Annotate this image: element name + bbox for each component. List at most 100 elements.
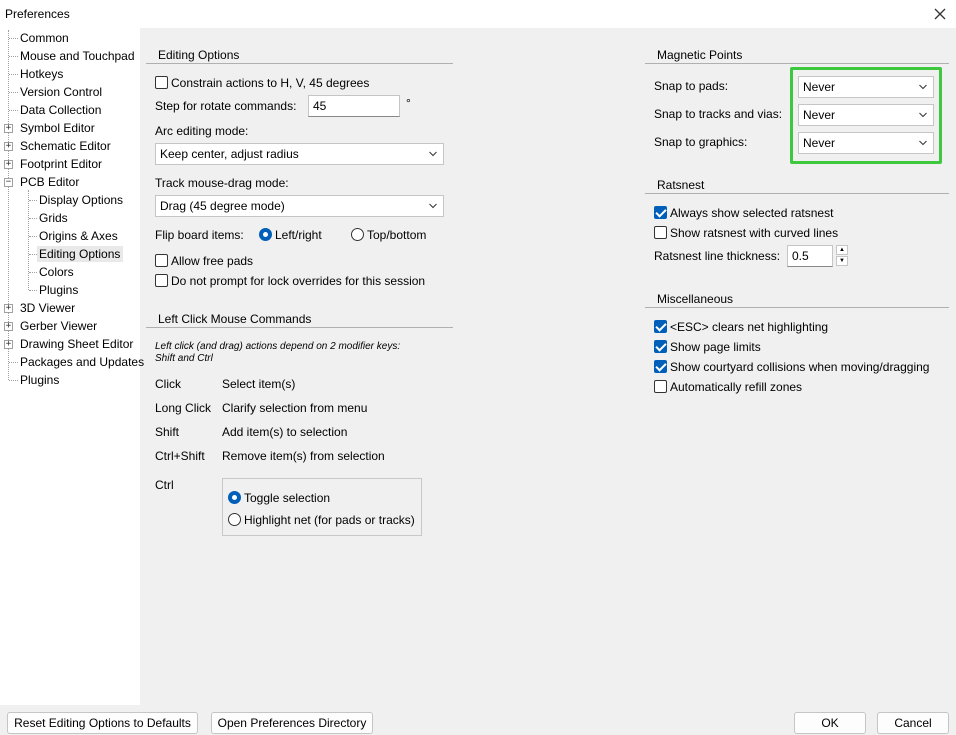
degree-unit-label: ° <box>406 96 411 110</box>
flip-board-label: Flip board items: <box>155 228 244 242</box>
snap-pads-label: Snap to pads: <box>654 79 729 93</box>
command-action: Remove item(s) from selection <box>222 449 385 463</box>
tree-item-editing-options[interactable]: Editing Options <box>37 246 123 262</box>
tree-item-version-control[interactable]: Version Control <box>18 84 104 100</box>
highlight-net-radio[interactable] <box>228 513 241 526</box>
miscellaneous-title: Miscellaneous <box>657 292 734 306</box>
ctrl-key-label: Ctrl <box>155 478 174 492</box>
ratsnest-title: Ratsnest <box>657 178 705 192</box>
curved-ratsnest-label: Show ratsnest with curved lines <box>670 226 839 240</box>
ok-button[interactable]: OK <box>794 712 866 734</box>
constrain-label: Constrain actions to H, V, 45 degrees <box>171 76 370 90</box>
tree-item-symbol-editor[interactable]: Symbol Editor <box>18 120 97 136</box>
command-key: Shift <box>155 425 180 439</box>
refill-zones-label: Automatically refill zones <box>670 380 803 394</box>
tree-item-mouse-touchpad[interactable]: Mouse and Touchpad <box>18 48 137 64</box>
editing-options-title: Editing Options <box>158 48 240 62</box>
esc-clears-label: <ESC> clears net highlighting <box>670 320 829 334</box>
always-show-ratsnest-checkbox[interactable] <box>654 206 667 219</box>
cancel-button[interactable]: Cancel <box>877 712 949 734</box>
thickness-spinner[interactable]: ▲ ▼ <box>836 245 850 267</box>
chevron-down-icon <box>919 140 927 146</box>
tree-item-3d-viewer[interactable]: 3D Viewer <box>18 300 77 316</box>
tree-item-hotkeys[interactable]: Hotkeys <box>18 66 65 82</box>
section-divider <box>146 63 453 64</box>
title-bar: Preferences <box>0 0 956 28</box>
collapse-icon[interactable]: − <box>4 178 13 187</box>
flip-left-right-label: Left/right <box>275 228 322 242</box>
expand-icon[interactable]: + <box>4 304 13 313</box>
lock-prompt-label: Do not prompt for lock overrides for thi… <box>171 274 426 288</box>
flip-top-bottom-label: Top/bottom <box>367 228 427 242</box>
tree-item-packages-updates[interactable]: Packages and Updates <box>18 354 146 370</box>
free-pads-label: Allow free pads <box>171 254 254 268</box>
tree-item-origins-axes[interactable]: Origins & Axes <box>37 228 120 244</box>
rotate-step-label: Step for rotate commands: <box>155 99 297 113</box>
rotate-step-input[interactable]: 45 <box>308 95 400 117</box>
expand-icon[interactable]: + <box>4 160 13 169</box>
tree-item-gerber-viewer[interactable]: Gerber Viewer <box>18 318 99 334</box>
modifier-note-line2: Shift and Ctrl <box>155 353 213 364</box>
toggle-selection-label: Toggle selection <box>244 491 331 505</box>
always-show-ratsnest-label: Always show selected ratsnest <box>670 206 834 220</box>
section-divider <box>146 327 453 328</box>
arc-mode-dropdown[interactable]: Keep center, adjust radius <box>155 143 444 165</box>
tree-item-pcb-plugins[interactable]: Plugins <box>37 282 80 298</box>
free-pads-checkbox[interactable] <box>155 254 168 267</box>
expand-icon[interactable]: + <box>4 142 13 151</box>
toggle-selection-radio[interactable] <box>228 491 241 504</box>
tree-item-common[interactable]: Common <box>18 30 71 46</box>
ctrl-action-group <box>222 478 422 536</box>
page-limits-label: Show page limits <box>670 340 761 354</box>
esc-clears-checkbox[interactable] <box>654 320 667 333</box>
expand-icon[interactable]: + <box>4 340 13 349</box>
courtyard-collisions-checkbox[interactable] <box>654 360 667 373</box>
preferences-tree: + + + − + + + Common Mouse and Touchpad … <box>0 28 144 705</box>
courtyard-collisions-label: Show courtyard collisions when moving/dr… <box>670 360 930 374</box>
expand-icon[interactable]: + <box>4 322 13 331</box>
tree-item-schematic-editor[interactable]: Schematic Editor <box>18 138 113 154</box>
window-title: Preferences <box>5 7 70 21</box>
left-click-commands-title: Left Click Mouse Commands <box>158 312 312 326</box>
spin-down-icon[interactable]: ▼ <box>836 256 848 266</box>
chevron-down-icon <box>919 112 927 118</box>
snap-graphics-label: Snap to graphics: <box>654 135 748 149</box>
tree-item-drawing-sheet-editor[interactable]: Drawing Sheet Editor <box>18 336 135 352</box>
tree-item-data-collection[interactable]: Data Collection <box>18 102 103 118</box>
refill-zones-checkbox[interactable] <box>654 380 667 393</box>
command-key: Click <box>155 377 181 391</box>
command-key: Ctrl+Shift <box>155 449 205 463</box>
reset-defaults-button[interactable]: Reset Editing Options to Defaults <box>7 712 198 734</box>
constrain-checkbox[interactable] <box>155 76 168 89</box>
command-key: Long Click <box>155 401 212 415</box>
ratsnest-thickness-input[interactable]: 0.5 <box>787 245 833 267</box>
spin-up-icon[interactable]: ▲ <box>836 245 848 255</box>
magnetic-points-title: Magnetic Points <box>657 48 743 62</box>
chevron-down-icon <box>429 151 437 157</box>
page-limits-checkbox[interactable] <box>654 340 667 353</box>
flip-left-right-radio[interactable] <box>259 228 272 241</box>
lock-prompt-checkbox[interactable] <box>155 274 168 287</box>
section-divider <box>645 193 949 194</box>
tree-item-grids[interactable]: Grids <box>37 210 70 226</box>
tree-item-plugins[interactable]: Plugins <box>18 372 61 388</box>
expand-icon[interactable]: + <box>4 124 13 133</box>
ratsnest-thickness-label: Ratsnest line thickness: <box>654 249 781 263</box>
snap-tracks-dropdown[interactable]: Never <box>798 104 934 126</box>
arc-mode-value: Keep center, adjust radius <box>160 147 299 161</box>
snap-graphics-dropdown[interactable]: Never <box>798 132 934 154</box>
command-action: Clarify selection from menu <box>222 401 368 415</box>
tree-item-display-options[interactable]: Display Options <box>37 192 125 208</box>
tree-item-pcb-editor[interactable]: PCB Editor <box>18 174 81 190</box>
track-mode-value: Drag (45 degree mode) <box>160 199 285 213</box>
flip-top-bottom-radio[interactable] <box>351 228 364 241</box>
tree-item-footprint-editor[interactable]: Footprint Editor <box>18 156 104 172</box>
track-mode-dropdown[interactable]: Drag (45 degree mode) <box>155 195 444 217</box>
snap-pads-dropdown[interactable]: Never <box>798 76 934 98</box>
tree-item-colors[interactable]: Colors <box>37 264 76 280</box>
section-divider <box>645 63 949 64</box>
curved-ratsnest-checkbox[interactable] <box>654 226 667 239</box>
open-preferences-dir-button[interactable]: Open Preferences Directory <box>211 712 373 734</box>
modifier-note-line1: Left click (and drag) actions depend on … <box>155 341 401 352</box>
close-icon[interactable] <box>930 4 950 24</box>
